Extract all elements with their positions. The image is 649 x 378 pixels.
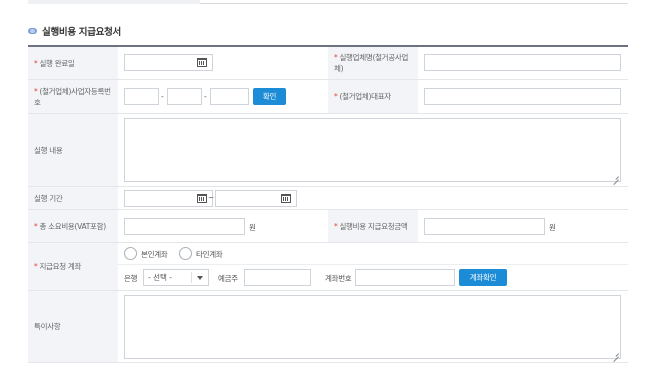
row-completion-vendor: * 실행 완료일 * 실행업체명(철거공사업체) — [28, 47, 628, 80]
biz-no-part3-input[interactable] — [210, 88, 249, 105]
account-divider — [118, 264, 628, 265]
vendor-name-input[interactable] — [424, 54, 621, 71]
dash-1: - — [161, 92, 164, 101]
request-amount-unit: 원 — [549, 223, 556, 232]
notes-label: 특이사항 — [28, 291, 118, 362]
payment-request-form: * 실행 완료일 * 실행업체명(철거공사업체) * (철거업체)사업자등록번호 - … — [28, 45, 628, 363]
holder-label: 예금주 — [218, 274, 238, 283]
notes-textarea[interactable] — [124, 295, 621, 359]
bank-label: 은행 — [124, 274, 138, 283]
request-amount-input[interactable] — [424, 218, 545, 235]
period-end-input[interactable] — [215, 190, 297, 207]
radio-other-account[interactable] — [179, 247, 192, 260]
resize-handle-icon[interactable] — [613, 174, 619, 180]
row-bizno-rep: * (철거업체)사업자등록번호 - - 확인 * (철거업체)대표자 — [28, 80, 628, 114]
dash-2: - — [204, 92, 207, 101]
biz-no-label: * (철거업체)사업자등록번호 — [28, 80, 118, 113]
calendar-icon[interactable] — [197, 194, 207, 203]
calendar-icon[interactable] — [281, 194, 291, 203]
row-account: * 지급요청 계좌 본인계좌 타인계좌 은행 - 선택 - 예금주 계좌번호 계좌… — [28, 243, 628, 291]
section-header: 실행비용 지급요청서 — [28, 24, 121, 38]
completion-date-input[interactable] — [124, 54, 213, 71]
radio-own-account[interactable] — [124, 247, 137, 260]
calendar-icon[interactable] — [197, 58, 207, 67]
request-amount-label: * 실행비용 지급요청금액 — [328, 210, 418, 242]
biz-no-confirm-button[interactable]: 확인 — [253, 88, 286, 105]
total-cost-input[interactable] — [124, 218, 245, 235]
total-cost-unit: 원 — [249, 223, 256, 232]
biz-no-part1-input[interactable] — [124, 88, 159, 105]
chevron-down-icon — [197, 276, 203, 280]
completion-date-label: * 실행 완료일 — [28, 47, 118, 79]
row-cost-amount: * 총 소요비용(VAT포함) 원 * 실행비용 지급요청금액 원 — [28, 210, 628, 243]
representative-label: * (철거업체)대표자 — [328, 80, 418, 113]
section-title: 실행비용 지급요청서 — [42, 27, 121, 38]
resize-handle-icon[interactable] — [613, 351, 619, 357]
account-label: * 지급요청 계좌 — [28, 243, 118, 290]
top-tab-strip — [28, 0, 628, 4]
row-content: 실행 내용 — [28, 114, 628, 187]
account-number-input[interactable] — [355, 269, 455, 286]
total-cost-label: * 총 소요비용(VAT포함) — [28, 210, 118, 242]
row-period: 실행 기간 ~ — [28, 187, 628, 210]
radio-other-label: 타인계좌 — [196, 250, 223, 259]
bank-select[interactable]: - 선택 - — [143, 269, 209, 286]
account-verify-button[interactable]: 계좌확인 — [459, 269, 507, 286]
row-notes: 특이사항 — [28, 291, 628, 363]
representative-input[interactable] — [424, 88, 621, 105]
period-start-input[interactable] — [124, 190, 213, 207]
biz-no-part2-input[interactable] — [167, 88, 202, 105]
content-label: 실행 내용 — [28, 114, 118, 186]
account-holder-input[interactable] — [244, 269, 311, 286]
content-textarea[interactable] — [124, 118, 621, 182]
bullet-icon — [28, 28, 37, 34]
period-tilde: ~ — [208, 193, 214, 202]
account-number-label: 계좌번호 — [325, 274, 352, 283]
period-label: 실행 기간 — [28, 187, 118, 209]
vendor-name-label: * 실행업체명(철거공사업체) — [328, 47, 418, 79]
top-tab-active — [28, 0, 200, 4]
radio-own-label: 본인계좌 — [141, 250, 168, 259]
